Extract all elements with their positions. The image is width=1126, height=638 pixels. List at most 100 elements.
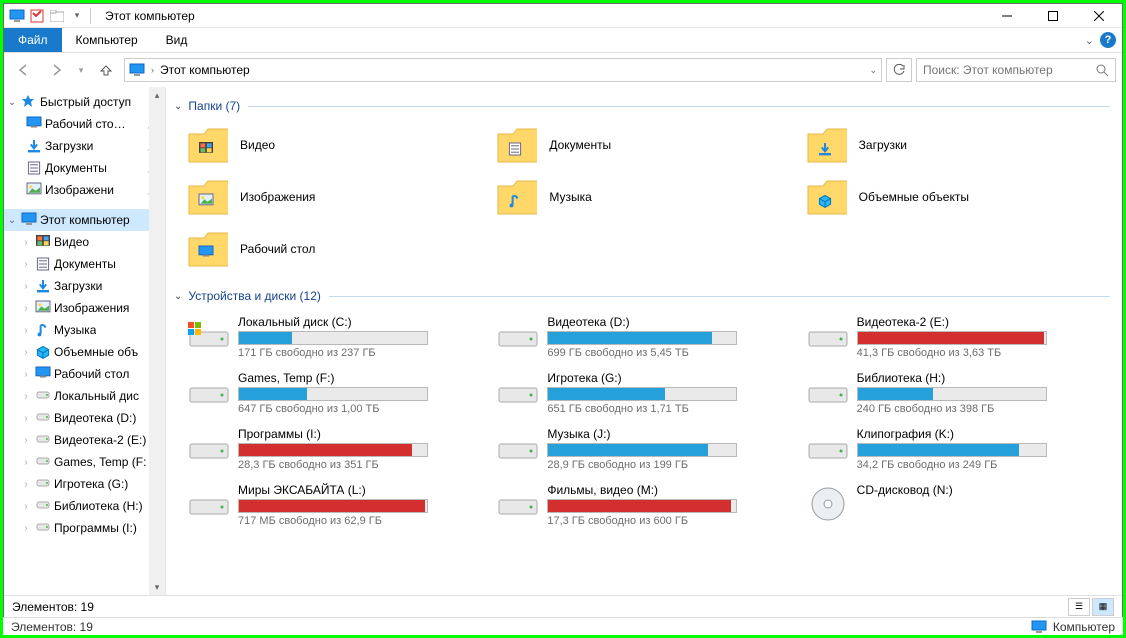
folder-label: Объемные объекты [859,190,969,204]
drive-item[interactable]: Библиотека (H:) 240 ГБ свободно из 398 Г… [805,367,1108,419]
group-header-folders[interactable]: ⌄ Папки (7) [172,95,1112,117]
nav-back-button[interactable] [10,57,38,83]
help-icon[interactable]: ? [1100,32,1116,48]
folder-item[interactable]: Рабочий стол [186,225,489,273]
group-header-drives[interactable]: ⌄ Устройства и диски (12) [172,285,1112,307]
drive-item[interactable]: Программы (I:) 28,3 ГБ свободно из 351 Г… [186,423,489,475]
drive-icon [188,431,230,465]
maximize-button[interactable] [1030,4,1076,28]
tree-pc-item[interactable]: ›Games, Temp (F: [4,451,165,473]
close-button[interactable] [1076,4,1122,28]
tree-this-pc[interactable]: ⌄Этот компьютер [4,209,165,231]
drive-free-text: 28,3 ГБ свободно из 351 ГБ [238,459,487,471]
folder-item[interactable]: Документы [495,121,798,169]
search-input[interactable] [923,63,1096,77]
address-bar[interactable]: › Этот компьютер ⌄ [124,58,882,82]
drive-item[interactable]: CD-дисковод (N:) [805,479,1108,531]
folders-grid: Видео Документы Загрузки Изображения [172,117,1112,283]
folder-item[interactable]: Объемные объекты [805,173,1108,221]
drive-usage-bar [238,387,428,401]
drive-label: Музыка (J:) [547,427,796,441]
folder-label: Рабочий стол [240,242,315,256]
qat-dropdown-icon[interactable]: ▾ [68,7,86,25]
tree-pc-item[interactable]: ›Локальный дис [4,385,165,407]
drive-item[interactable]: Games, Temp (F:) 647 ГБ свободно из 1,00… [186,367,489,419]
nav-recent-dropdown[interactable]: ▾ [74,57,88,83]
ribbon-tab-view[interactable]: Вид [152,28,202,52]
drive-item[interactable]: Фильмы, видео (M:) 17,3 ГБ свободно из 6… [495,479,798,531]
titlebar: ▾ Этот компьютер [4,4,1122,28]
outer-status-strip: Элементов: 19 Компьютер [3,617,1123,635]
drive-icon [497,487,539,521]
drive-icon [497,319,539,353]
view-tiles-button[interactable]: ▦ [1092,598,1114,616]
ribbon-chevron-icon[interactable]: ⌄ [1085,34,1094,47]
tree-pc-item[interactable]: ›Музыка [4,319,165,341]
tree-quick-access[interactable]: ⌄Быстрый доступ [4,91,165,113]
drive-item[interactable]: Локальный диск (C:) 171 ГБ свободно из 2… [186,311,489,363]
nav-forward-button[interactable] [42,57,70,83]
drive-free-text: 699 ГБ свободно из 5,45 ТБ [547,347,796,359]
scroll-down-icon[interactable]: ▾ [149,579,165,595]
tree-pc-item[interactable]: ›Видеотека (D:) [4,407,165,429]
search-icon [1096,64,1109,77]
drive-usage-bar [547,331,737,345]
drive-usage-bar [857,331,1047,345]
tree-pc-item[interactable]: ›Объемные объ [4,341,165,363]
drive-item[interactable]: Игротека (G:) 651 ГБ свободно из 1,71 ТБ [495,367,798,419]
ribbon-tab-computer[interactable]: Компьютер [62,28,152,52]
tree-pc-item[interactable]: ›Игротека (G:) [4,473,165,495]
tree-pc-item[interactable]: ›Рабочий стол [4,363,165,385]
status-bar: Элементов: 19 ☰ ▦ [4,595,1122,617]
nav-up-button[interactable] [92,57,120,83]
folder-icon [188,229,228,269]
tree-scrollbar[interactable]: ▴ ▾ [149,87,165,595]
tree-pc-item[interactable]: ›Программы (I:) [4,517,165,539]
folder-item[interactable]: Музыка [495,173,798,221]
new-folder-qat-icon[interactable] [48,7,66,25]
computer-qat-icon[interactable] [8,7,26,25]
tree-pc-item[interactable]: ›Загрузки [4,275,165,297]
drive-item[interactable]: Клипография (K:) 34,2 ГБ свободно из 249… [805,423,1108,475]
ribbon-tab-file[interactable]: Файл [4,28,62,52]
drive-label: CD-дисковод (N:) [857,483,1106,497]
drive-label: Видеотека (D:) [547,315,796,329]
drive-item[interactable]: Миры ЭКСАБАЙТА (L:) 717 МБ свободно из 6… [186,479,489,531]
status-text: Элементов: 19 [12,600,94,614]
drive-label: Видеотека-2 (E:) [857,315,1106,329]
drive-item[interactable]: Видеотека-2 (E:) 41,3 ГБ свободно из 3,6… [805,311,1108,363]
tree-pc-item[interactable]: ›Видеотека-2 (E:) [4,429,165,451]
tree-pc-item[interactable]: ›Изображения [4,297,165,319]
search-box[interactable] [916,58,1116,82]
breadcrumb-chevron-icon[interactable]: › [151,65,154,75]
scroll-up-icon[interactable]: ▴ [149,87,165,103]
qat-separator [90,8,91,24]
properties-qat-icon[interactable] [28,7,46,25]
folder-item[interactable]: Изображения [186,173,489,221]
drive-label: Локальный диск (C:) [238,315,487,329]
drive-item[interactable]: Музыка (J:) 28,9 ГБ свободно из 199 ГБ [495,423,798,475]
folder-item[interactable]: Загрузки [805,121,1108,169]
minimize-button[interactable] [984,4,1030,28]
folder-label: Документы [549,138,611,152]
tree-pc-item[interactable]: ›Библиотека (H:) [4,495,165,517]
drive-free-text: 17,3 ГБ свободно из 600 ГБ [547,515,796,527]
tree-qa-item[interactable]: Загрузки📌 [4,135,165,157]
folder-label: Музыка [549,190,591,204]
folder-label: Загрузки [859,138,907,152]
tree-pc-item[interactable]: ›Видео [4,231,165,253]
tree-qa-item[interactable]: Рабочий сто…📌 [4,113,165,135]
group-divider [329,296,1110,297]
tree-pc-item[interactable]: ›Документы [4,253,165,275]
tree-qa-item[interactable]: Изображени📌 [4,179,165,201]
window-controls [984,4,1122,28]
drive-free-text: 28,9 ГБ свободно из 199 ГБ [547,459,796,471]
refresh-button[interactable] [886,58,912,82]
group-title-drives: Устройства и диски (12) [188,289,320,303]
view-details-button[interactable]: ☰ [1068,598,1090,616]
drive-item[interactable]: Видеотека (D:) 699 ГБ свободно из 5,45 Т… [495,311,798,363]
body: ⌄Быстрый доступРабочий сто…📌Загрузки📌Док… [4,87,1122,595]
address-dropdown-icon[interactable]: ⌄ [869,65,877,76]
tree-qa-item[interactable]: Документы📌 [4,157,165,179]
folder-item[interactable]: Видео [186,121,489,169]
